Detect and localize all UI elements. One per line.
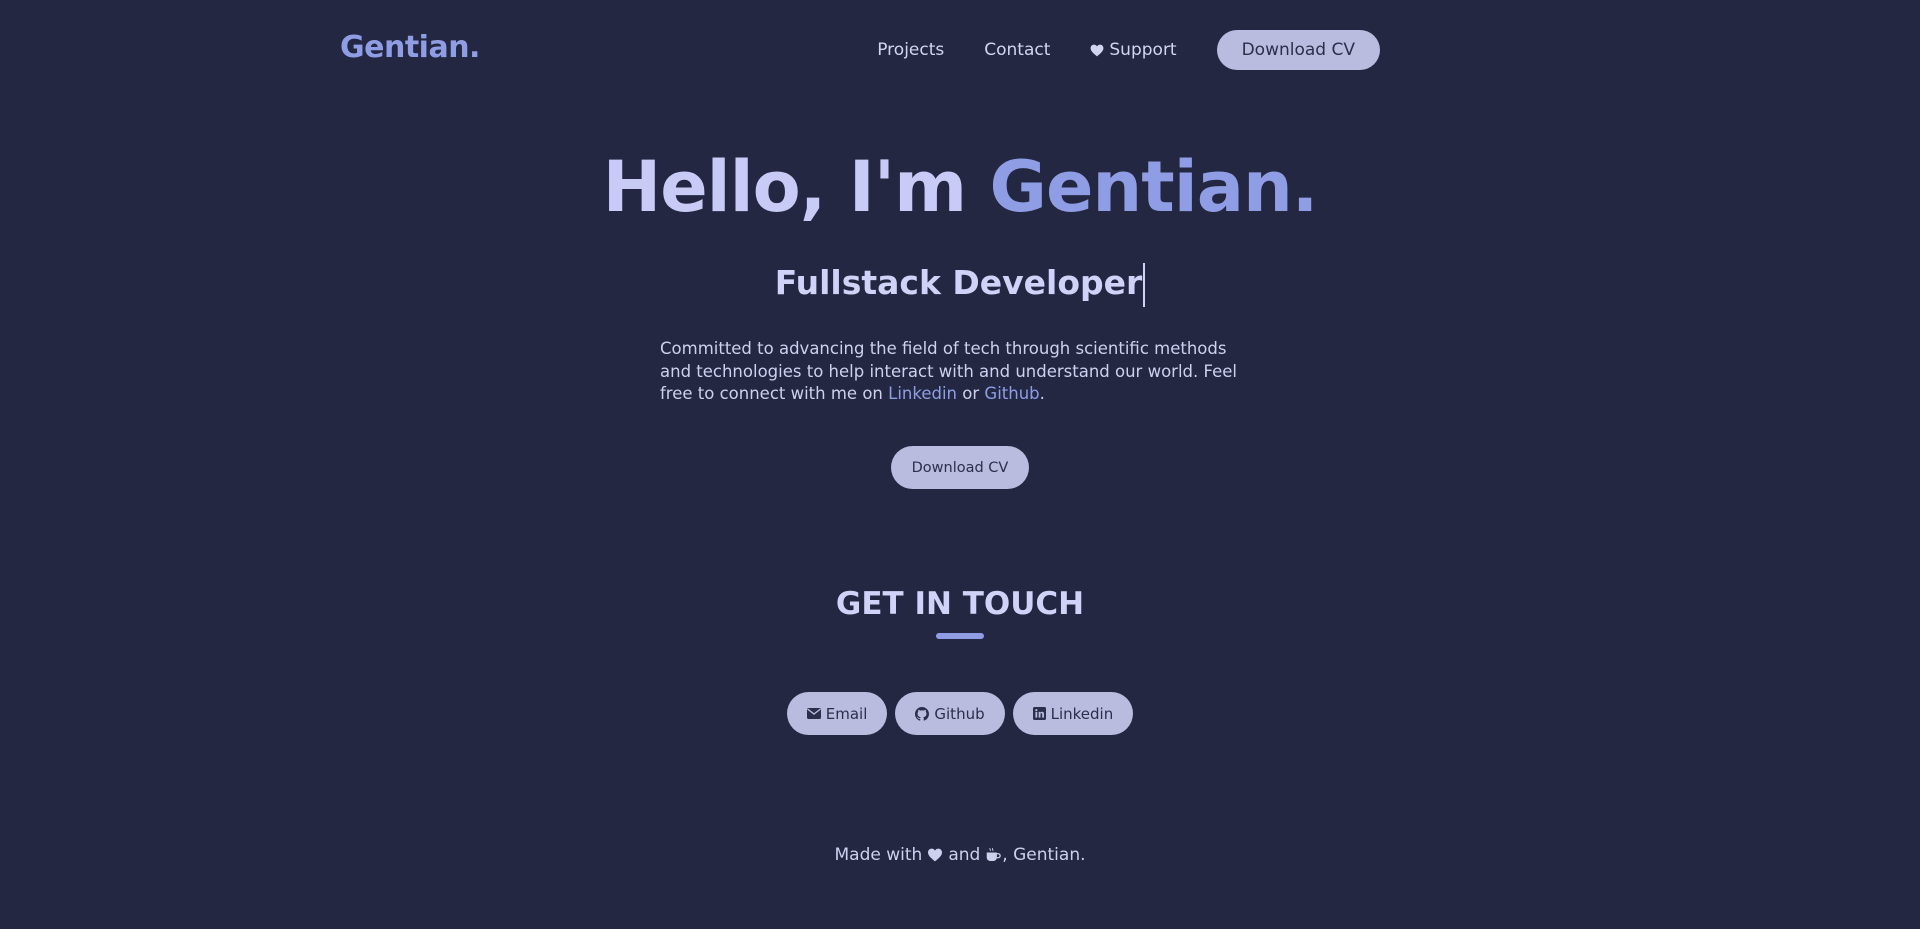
github-button-label: Github [934, 704, 985, 723]
header-download-cv-button[interactable]: Download CV [1216, 30, 1380, 70]
linkedin-icon [1032, 707, 1046, 720]
hero-greeting: Hello, I'm [602, 146, 968, 228]
github-button[interactable]: Github [895, 692, 1005, 735]
nav-links: Projects Contact Support Download CV [877, 30, 1380, 70]
nav-support-link[interactable]: Support [1090, 30, 1177, 70]
coffee-icon [986, 847, 1002, 861]
title-underline [936, 633, 984, 639]
linkedin-button[interactable]: Linkedin [1012, 692, 1134, 735]
nav-support-label: Support [1109, 40, 1177, 60]
linkedin-button-label: Linkedin [1050, 704, 1114, 723]
intro-or: or [962, 384, 980, 403]
email-button[interactable]: Email [786, 692, 888, 735]
nav-projects-link[interactable]: Projects [877, 30, 944, 70]
email-button-label: Email [825, 704, 868, 723]
intro-linkedin-link[interactable]: Linkedin [888, 384, 957, 403]
typing-cursor [1143, 262, 1146, 307]
heart-icon [1090, 44, 1104, 56]
nav-contact-link[interactable]: Contact [984, 30, 1050, 70]
hero-heading: Hello, I'm Gentian. [0, 142, 1920, 232]
github-icon [915, 706, 930, 721]
hero-download-cv-button[interactable]: Download CV [891, 446, 1029, 489]
hero-intro: Committed to advancing the field of tech… [660, 338, 1260, 406]
top-navbar: Gentian. Projects Contact Support Downlo… [0, 0, 1920, 100]
site-logo[interactable]: Gentian. [340, 30, 480, 65]
footer-made-with: Made with [834, 845, 923, 865]
hero-name: Gentian. [989, 146, 1319, 228]
intro-period: . [1039, 384, 1045, 403]
envelope-icon [806, 708, 821, 719]
hero-role: Fullstack Developer [0, 258, 1920, 308]
contact-section-title: GET IN TOUCH [835, 586, 1085, 622]
intro-github-link[interactable]: Github [984, 384, 1039, 403]
site-footer: Made with and , Gentian. [0, 845, 1920, 865]
heart-icon [928, 848, 943, 862]
contact-buttons: Email Github Linkedin [0, 692, 1920, 735]
footer-author: , Gentian. [1002, 845, 1086, 865]
footer-and: and [948, 845, 981, 865]
hero-role-text: Fullstack Developer [774, 263, 1143, 302]
